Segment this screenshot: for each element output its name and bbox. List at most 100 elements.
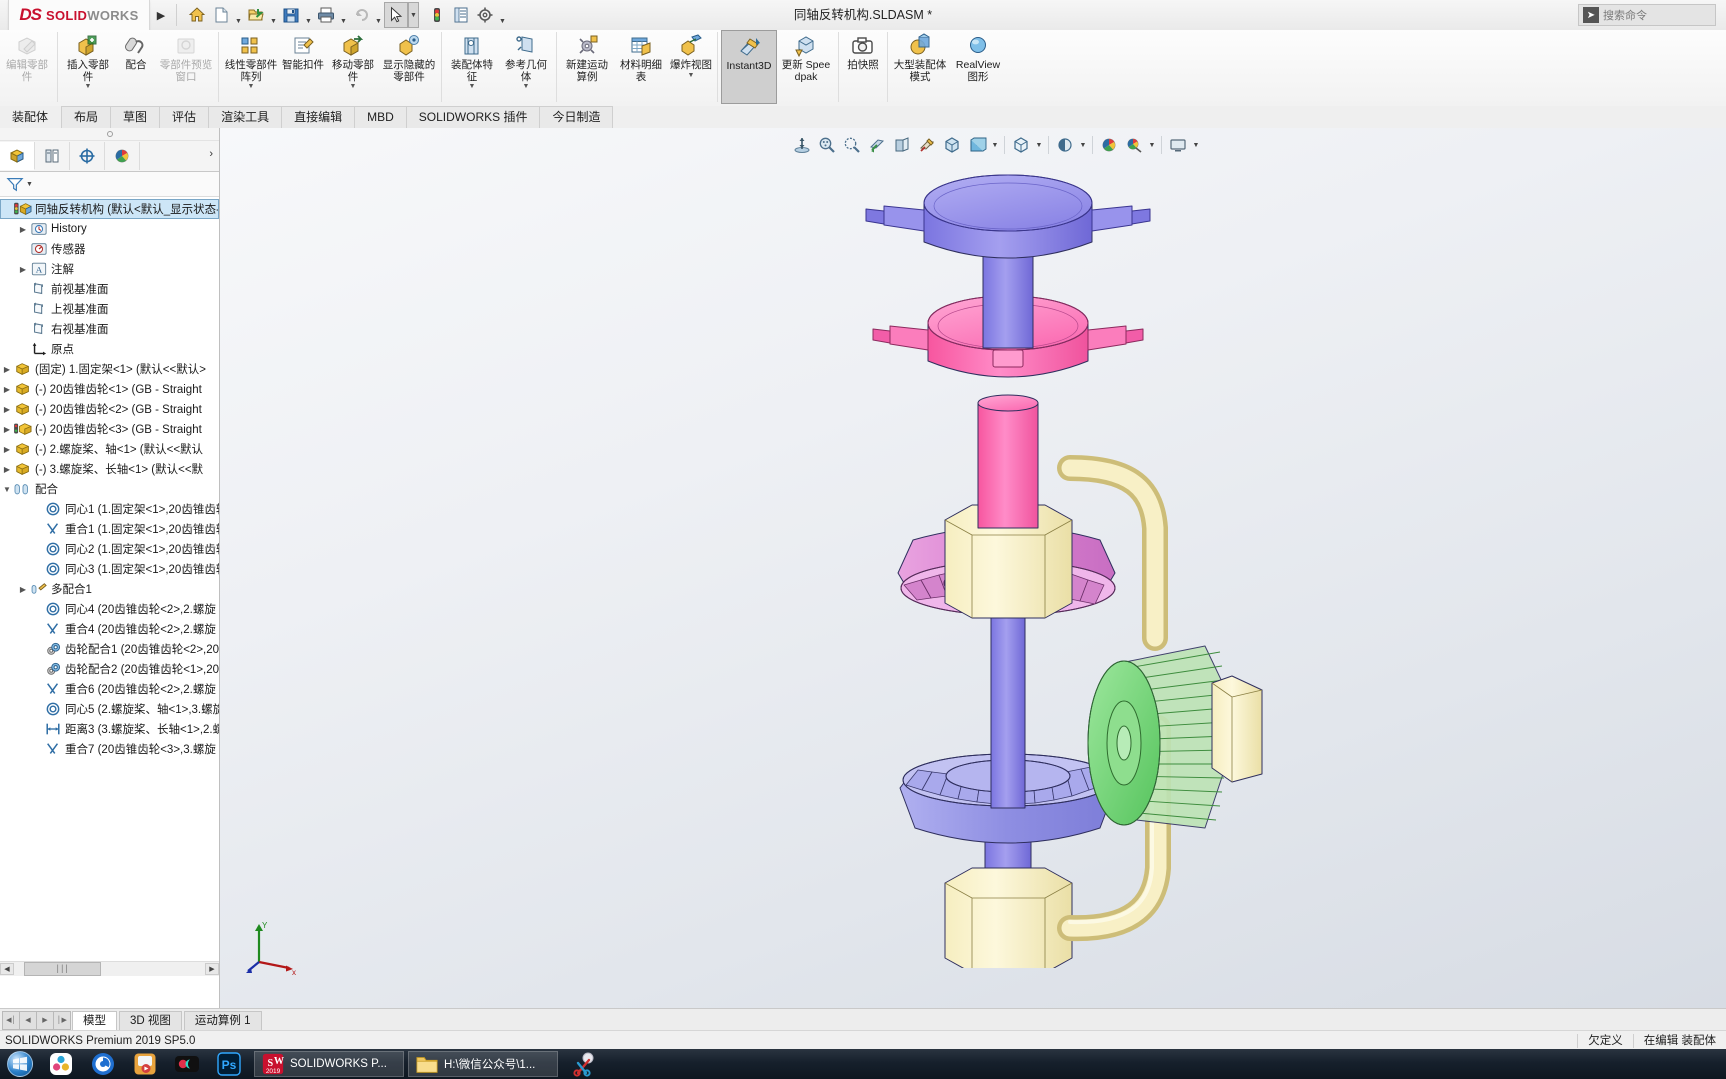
first-tab-icon[interactable]: ◀│ bbox=[2, 1010, 20, 1030]
apply-scene-icon[interactable] bbox=[1009, 133, 1033, 157]
undo-icon[interactable] bbox=[349, 2, 373, 28]
tree-item[interactable]: ▶ (-) 20齿锥齿轮<3> (GB - Straight bbox=[0, 419, 219, 439]
options-gear-icon[interactable] bbox=[473, 2, 497, 28]
command-tab-7[interactable]: SOLIDWORKS 插件 bbox=[405, 106, 541, 128]
command-tab-6[interactable]: MBD bbox=[354, 106, 407, 128]
command-tab-4[interactable]: 渲染工具 bbox=[208, 106, 283, 128]
print-dropdown-icon[interactable]: ▼ bbox=[338, 0, 349, 32]
ribbon-button-dropdown-icon[interactable]: ▼ bbox=[85, 83, 92, 90]
ribbon-button-instant3d[interactable]: Instant3D bbox=[721, 30, 777, 104]
taskbar-icon-browser[interactable] bbox=[82, 1050, 124, 1078]
tree-expand-arrow-icon[interactable]: ▶ bbox=[0, 445, 14, 454]
print-icon[interactable] bbox=[314, 2, 338, 28]
ribbon-button-update-speedpak[interactable]: 更新 Speedpak bbox=[777, 30, 835, 104]
view-settings-dropdown-icon[interactable]: ▼ bbox=[1078, 133, 1088, 157]
ribbon-button-exploded-view[interactable]: 爆炸视图 ▼ bbox=[668, 30, 714, 104]
tree-item[interactable]: ▶同心2 (1.固定架<1>,20齿锥齿轮 bbox=[0, 539, 219, 559]
taskbar-icon-recorder[interactable] bbox=[166, 1050, 208, 1078]
tree-expand-arrow-icon[interactable]: ▶ bbox=[0, 385, 14, 394]
windows-start-orb-icon[interactable] bbox=[0, 1050, 40, 1078]
ribbon-button-move-component[interactable]: 移动零部件 ▼ bbox=[326, 30, 380, 104]
menu-expand-arrow-icon[interactable]: ▶ bbox=[152, 6, 170, 24]
view-orientation-icon[interactable] bbox=[890, 133, 914, 157]
taskbar-icon-media[interactable] bbox=[124, 1050, 166, 1078]
tree-item[interactable]: ▶重合1 (1.固定架<1>,20齿锥齿轮 bbox=[0, 519, 219, 539]
save-icon[interactable] bbox=[279, 2, 303, 28]
tree-collapse-arrow-icon[interactable]: ▼ bbox=[0, 485, 14, 494]
ribbon-button-large-assembly-mode[interactable]: 大型装配体模式 bbox=[891, 30, 949, 104]
viewport-layout-dropdown-icon[interactable]: ▼ bbox=[1191, 133, 1201, 157]
zoom-to-area-icon[interactable] bbox=[815, 133, 839, 157]
new-document-dropdown-icon[interactable]: ▼ bbox=[233, 0, 244, 32]
tree-item[interactable]: ▶同轴反转机构 (默认<默认_显示状态-1> bbox=[0, 199, 219, 219]
ribbon-button-dropdown-icon[interactable]: ▼ bbox=[350, 83, 357, 90]
command-tab-1[interactable]: 布局 bbox=[61, 106, 112, 128]
tree-expand-arrow-icon[interactable]: ▶ bbox=[0, 365, 14, 374]
tree-item[interactable]: ▶重合7 (20齿锥齿轮<3>,3.螺旋 bbox=[0, 739, 219, 759]
document-tab-1[interactable]: 3D 视图 bbox=[119, 1010, 182, 1030]
graphics-viewport[interactable]: ▼ ▼ ▼ ▼ ▼ Y x bbox=[220, 128, 1726, 1008]
tree-item[interactable]: ▶ 多配合1 bbox=[0, 579, 219, 599]
file-properties-icon[interactable] bbox=[449, 2, 473, 28]
tree-item[interactable]: ▶ (-) 3.螺旋桨、长轴<1> (默认<<默 bbox=[0, 459, 219, 479]
taskbar-window-explorer[interactable]: H:\微信公众号\1... bbox=[408, 1051, 558, 1077]
options-dropdown-icon[interactable]: ▼ bbox=[497, 0, 508, 32]
tree-item[interactable]: ▶ A 注解 bbox=[0, 259, 219, 279]
tree-item[interactable]: ▶ (-) 20齿锥齿轮<2> (GB - Straight bbox=[0, 399, 219, 419]
undo-dropdown-icon[interactable]: ▼ bbox=[373, 0, 384, 32]
tree-item[interactable]: ▶同心3 (1.固定架<1>,20齿锥齿轮 bbox=[0, 559, 219, 579]
edit-appearance-dropdown-icon[interactable]: ▼ bbox=[990, 133, 1000, 157]
ribbon-button-new-motion-study[interactable]: 新建运动算例 bbox=[560, 30, 614, 104]
tree-item[interactable]: ▶重合4 (20齿锥齿轮<2>,2.螺旋 bbox=[0, 619, 219, 639]
tree-expand-arrow-icon[interactable]: ▶ bbox=[16, 585, 30, 594]
command-tab-0[interactable]: 装配体 bbox=[0, 107, 62, 128]
tree-expand-arrow-icon[interactable]: ▶ bbox=[16, 225, 30, 234]
command-tab-3[interactable]: 评估 bbox=[159, 106, 210, 128]
ribbon-button-linear-component-pattern[interactable]: 线性零部件阵列 ▼ bbox=[222, 30, 280, 104]
configuration-manager-tab[interactable] bbox=[70, 142, 105, 170]
command-tab-8[interactable]: 今日制造 bbox=[539, 106, 614, 128]
property-manager-tab[interactable] bbox=[35, 142, 70, 170]
tree-horizontal-scrollbar[interactable]: ◀ │││ ▶ bbox=[0, 961, 219, 976]
tree-item[interactable]: ▶同心1 (1.固定架<1>,20齿锥齿轮 bbox=[0, 499, 219, 519]
feature-tree[interactable]: ▶同轴反转机构 (默认<默认_显示状态-1>▶History▶传感器▶A注解▶前… bbox=[0, 197, 219, 969]
taskbar-icon-snipping[interactable] bbox=[564, 1050, 606, 1078]
tree-item[interactable]: ▶原点 bbox=[0, 339, 219, 359]
command-tab-2[interactable]: 草图 bbox=[110, 106, 161, 128]
scroll-left-arrow-icon[interactable]: ◀ bbox=[0, 963, 14, 975]
tree-item[interactable]: ▶齿轮配合1 (20齿锥齿轮<2>,20 bbox=[0, 639, 219, 659]
ribbon-button-dropdown-icon[interactable]: ▼ bbox=[523, 83, 530, 90]
scroll-right-arrow-icon[interactable]: ▶ bbox=[205, 963, 219, 975]
last-tab-icon[interactable]: │▶ bbox=[53, 1010, 71, 1030]
taskbar-window-solidworks[interactable]: S W 2019 SOLIDWORKS P... bbox=[254, 1051, 404, 1077]
tree-filter-bar[interactable]: ▼ bbox=[0, 172, 219, 197]
save-dropdown-icon[interactable]: ▼ bbox=[303, 0, 314, 32]
scene-lights-dropdown-icon[interactable]: ▼ bbox=[1147, 133, 1157, 157]
scrollbar-thumb[interactable]: │││ bbox=[24, 962, 101, 976]
tree-item[interactable]: ▶ (-) 2.螺旋桨、轴<1> (默认<<默认 bbox=[0, 439, 219, 459]
ribbon-button-realview-graphics[interactable]: RealView 图形 bbox=[949, 30, 1007, 104]
rebuild-icon[interactable] bbox=[425, 2, 449, 28]
section-view-icon[interactable] bbox=[865, 133, 889, 157]
apply-appearance-icon[interactable] bbox=[1097, 133, 1121, 157]
ribbon-button-dropdown-icon[interactable]: ▼ bbox=[469, 83, 476, 90]
tree-item[interactable]: ▼ 配合 bbox=[0, 479, 219, 499]
assembly-3d-model[interactable] bbox=[700, 168, 1320, 968]
ribbon-button-dropdown-icon[interactable]: ▼ bbox=[248, 83, 255, 90]
tree-item[interactable]: ▶距离3 (3.螺旋桨、长轴<1>,2.螺 bbox=[0, 719, 219, 739]
home-icon[interactable] bbox=[185, 2, 209, 28]
taskbar-icon-flower[interactable] bbox=[40, 1050, 82, 1078]
ribbon-button-smart-fasteners[interactable]: 智能扣件 bbox=[280, 30, 326, 104]
prev-tab-icon[interactable]: ◀ bbox=[19, 1010, 37, 1030]
view-settings-icon[interactable] bbox=[1053, 133, 1077, 157]
ribbon-button-assembly-features[interactable]: 装配体特征 ▼ bbox=[445, 30, 499, 104]
tree-expand-arrow-icon[interactable]: ▶ bbox=[0, 465, 14, 474]
tree-item[interactable]: ▶ (固定) 1.固定架<1> (默认<<默认> bbox=[0, 359, 219, 379]
tree-item[interactable]: ▶同心4 (20齿锥齿轮<2>,2.螺旋 bbox=[0, 599, 219, 619]
tree-item[interactable]: ▶齿轮配合2 (20齿锥齿轮<1>,20 bbox=[0, 659, 219, 679]
tree-item[interactable]: ▶右视基准面 bbox=[0, 319, 219, 339]
select-tool-dropdown-icon[interactable]: ▼ bbox=[408, 2, 419, 28]
ribbon-button-dropdown-icon[interactable]: ▼ bbox=[688, 72, 695, 79]
tree-item[interactable]: ▶同心5 (2.螺旋桨、轴<1>,3.螺旋 bbox=[0, 699, 219, 719]
tree-expand-arrow-icon[interactable]: ▶ bbox=[0, 425, 14, 434]
